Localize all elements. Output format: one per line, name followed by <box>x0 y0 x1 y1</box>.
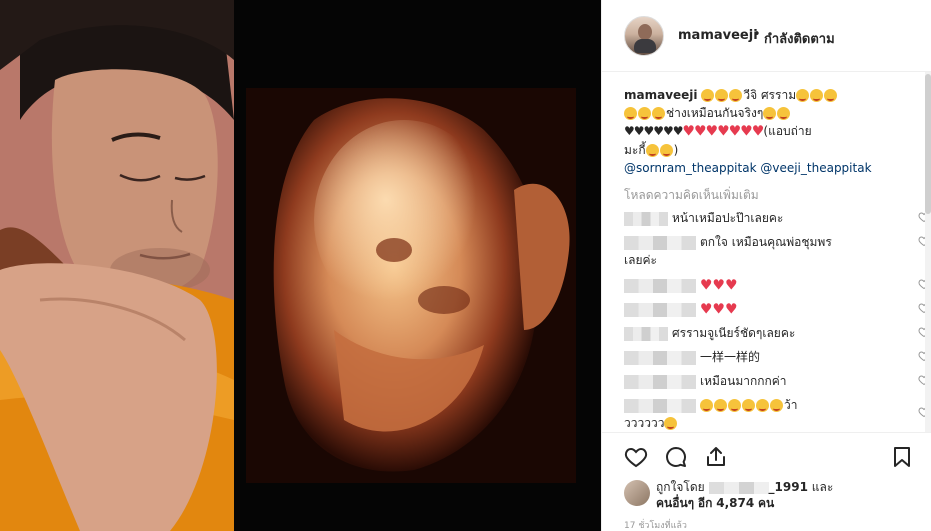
comment-text: ศรรามจูเนียร์ชัดๆเลยคะ <box>672 326 796 340</box>
caption-emoji <box>701 88 743 102</box>
author-avatar[interactable] <box>624 16 664 56</box>
red-heart-emoji: ♥♥♥ <box>700 301 738 318</box>
following-button[interactable]: กำลังติดตาม <box>764 28 835 49</box>
post-sidebar: mamaveeji • กำลังติดตาม mamaveeji วีจิ ศ… <box>601 0 931 531</box>
comment-item: ว้า วววววว <box>624 396 930 432</box>
blurred-username[interactable] <box>624 235 696 250</box>
post-media[interactable] <box>0 0 601 531</box>
comment-item: เหมือนมากกกค่า <box>624 372 930 390</box>
blurred-username[interactable] <box>624 374 696 389</box>
caption-emoji <box>796 88 838 102</box>
author-username[interactable]: mamaveeji <box>678 28 758 43</box>
blurred-username[interactable] <box>624 302 696 317</box>
likes-line-2[interactable]: คนอื่นๆ อีก 4,874 คน <box>656 494 774 513</box>
comment-item: 一样一样的 <box>624 348 930 366</box>
red-heart-emoji: ♥♥♥ <box>700 277 738 294</box>
mention-sornram[interactable]: @sornram_theappitak <box>624 161 757 175</box>
sleeping-man-photo <box>0 0 234 531</box>
bookmark-icon[interactable] <box>890 445 914 469</box>
post-caption: mamaveeji วีจิ ศรราม ช่างเหมือนกันจริงๆ … <box>624 88 872 175</box>
comment-item: หน้าเหมือปะป๊าเลยคะ <box>624 209 930 227</box>
heart-outline-icon[interactable] <box>624 445 648 469</box>
caption-text-4: มะกี้ <box>624 142 646 157</box>
caption-hearts: ♥♥♥♥♥♥♥♥♥♥♥♥♥ <box>624 123 764 140</box>
caption-emoji <box>624 106 666 120</box>
ultrasound-photo <box>234 0 601 531</box>
comment-item: ตกใจ เหมือนคุณพ่อชุมพร เลยค่ะ <box>624 233 930 269</box>
others-label: คนอื่นๆ <box>656 496 695 510</box>
instagram-post-view: mamaveeji • กำลังติดตาม mamaveeji วีจิ ศ… <box>0 0 931 531</box>
share-arrow-icon[interactable] <box>704 445 728 469</box>
load-more-comments[interactable]: โหลดความคิดเห็นเพิ่มเติม <box>624 186 759 205</box>
likes-summary: ถูกใจโดย _1991 และ คนอื่นๆ อีก 4,874 คน <box>624 478 924 514</box>
comment-text: ตกใจ เหมือนคุณพ่อชุมพร <box>700 235 832 249</box>
comments-scrollbar[interactable] <box>925 72 931 432</box>
comment-text-cont: วววววว <box>624 416 665 430</box>
caption-text-1: วีจิ ศรราม <box>743 88 797 102</box>
comment-text: เหมือนมากกกค่า <box>700 374 787 388</box>
post-timestamp[interactable]: 17 ชั่วโมงที่แล้ว <box>624 518 687 531</box>
action-bar <box>602 432 931 480</box>
comment-text: ว้า <box>784 398 798 412</box>
surprised-emoji <box>700 398 784 412</box>
likes-unit: คน <box>758 496 775 510</box>
post-header: mamaveeji • กำลังติดตาม <box>602 0 931 72</box>
caption-text-3: (แอบถ่าย <box>763 124 812 138</box>
blurred-username[interactable] <box>624 211 668 226</box>
blurred-username[interactable] <box>624 326 668 341</box>
comment-item: ♥♥♥ <box>624 276 930 295</box>
comment-bubble-icon[interactable] <box>664 445 688 469</box>
blurred-liker-name[interactable] <box>708 481 769 494</box>
likes-prefix: ถูกใจโดย <box>656 480 705 494</box>
header-separator: • <box>753 27 761 42</box>
caption-text-2: ช่างเหมือนกันจริงๆ <box>666 106 764 120</box>
comment-item: ♥♥♥ <box>624 300 930 319</box>
comment-text: หน้าเหมือปะป๊าเลยคะ <box>672 211 784 225</box>
comment-item: ศรรามจูเนียร์ชัดๆเลยคะ <box>624 324 930 342</box>
others-extra: อีก <box>697 496 713 510</box>
smile-emoji <box>664 417 678 430</box>
comment-text: 一样一样的 <box>700 350 761 364</box>
blurred-username[interactable] <box>624 398 696 413</box>
comments-list[interactable]: mamaveeji วีจิ ศรราม ช่างเหมือนกันจริงๆ … <box>602 72 931 432</box>
caption-emoji <box>763 106 791 120</box>
likes-count: 4,874 <box>716 496 755 510</box>
blurred-username[interactable] <box>624 350 696 365</box>
caption-username[interactable]: mamaveeji <box>624 88 698 102</box>
liker-name-suffix[interactable]: _1991 <box>769 480 808 494</box>
liker-avatar[interactable] <box>624 480 650 506</box>
mention-veeji[interactable]: @veeji_theappitak <box>760 161 871 175</box>
caption-emoji <box>645 143 674 157</box>
blurred-username[interactable] <box>624 278 696 293</box>
comment-text-cont: เลยค่ะ <box>624 253 657 267</box>
likes-and: และ <box>811 480 834 494</box>
